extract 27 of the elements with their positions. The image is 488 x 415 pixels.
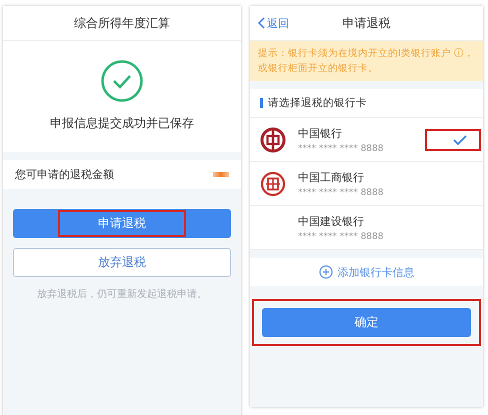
card-number: **** **** **** 8888: [298, 144, 384, 154]
hint-text: 放弃退税后，仍可重新发起退税申请。: [36, 288, 208, 301]
notice-banner: 提示：银行卡须为在境内开立的I类银行账户 ⓘ，或银行柜面开立的银行卡。: [250, 41, 483, 81]
confirm-button[interactable]: 确定: [262, 308, 471, 337]
back-link[interactable]: 返回: [258, 16, 298, 30]
add-card-link[interactable]: 添加银行卡信息: [250, 258, 483, 286]
card-number: **** **** **** 8888: [298, 232, 384, 242]
refund-label: 您可申请的退税金额: [15, 167, 114, 182]
bank-name: 中国银行: [298, 126, 343, 140]
apply-refund-button[interactable]: 申请退税: [13, 209, 231, 238]
bank-name: 中国建设银行: [298, 214, 365, 228]
bank-card-item[interactable]: 中国建设银行 **** **** **** 8888: [250, 206, 483, 250]
section-marker: [260, 98, 263, 108]
bank-logo-icon: [260, 170, 286, 196]
bank-name: 中国工商银行: [298, 170, 365, 184]
success-check-icon: [100, 59, 144, 103]
card-number: **** **** **** 8888: [298, 188, 384, 198]
screen-title: 申请退税: [342, 14, 390, 32]
plus-circle-icon: [318, 265, 332, 279]
bank-logo-icon: [260, 126, 286, 152]
bank-card-item[interactable]: 中国工商银行 **** **** **** 8888: [250, 162, 483, 206]
section-title: 请选择退税的银行卡: [268, 96, 367, 110]
back-chevron-icon: [258, 17, 265, 29]
success-message: 申报信息提交成功并已保存: [50, 115, 194, 132]
decline-refund-button[interactable]: 放弃退税: [13, 248, 231, 277]
bank-card-item[interactable]: 中国银行 **** **** **** 8888: [250, 118, 483, 162]
screen-title: 综合所得年度汇算: [74, 14, 170, 32]
